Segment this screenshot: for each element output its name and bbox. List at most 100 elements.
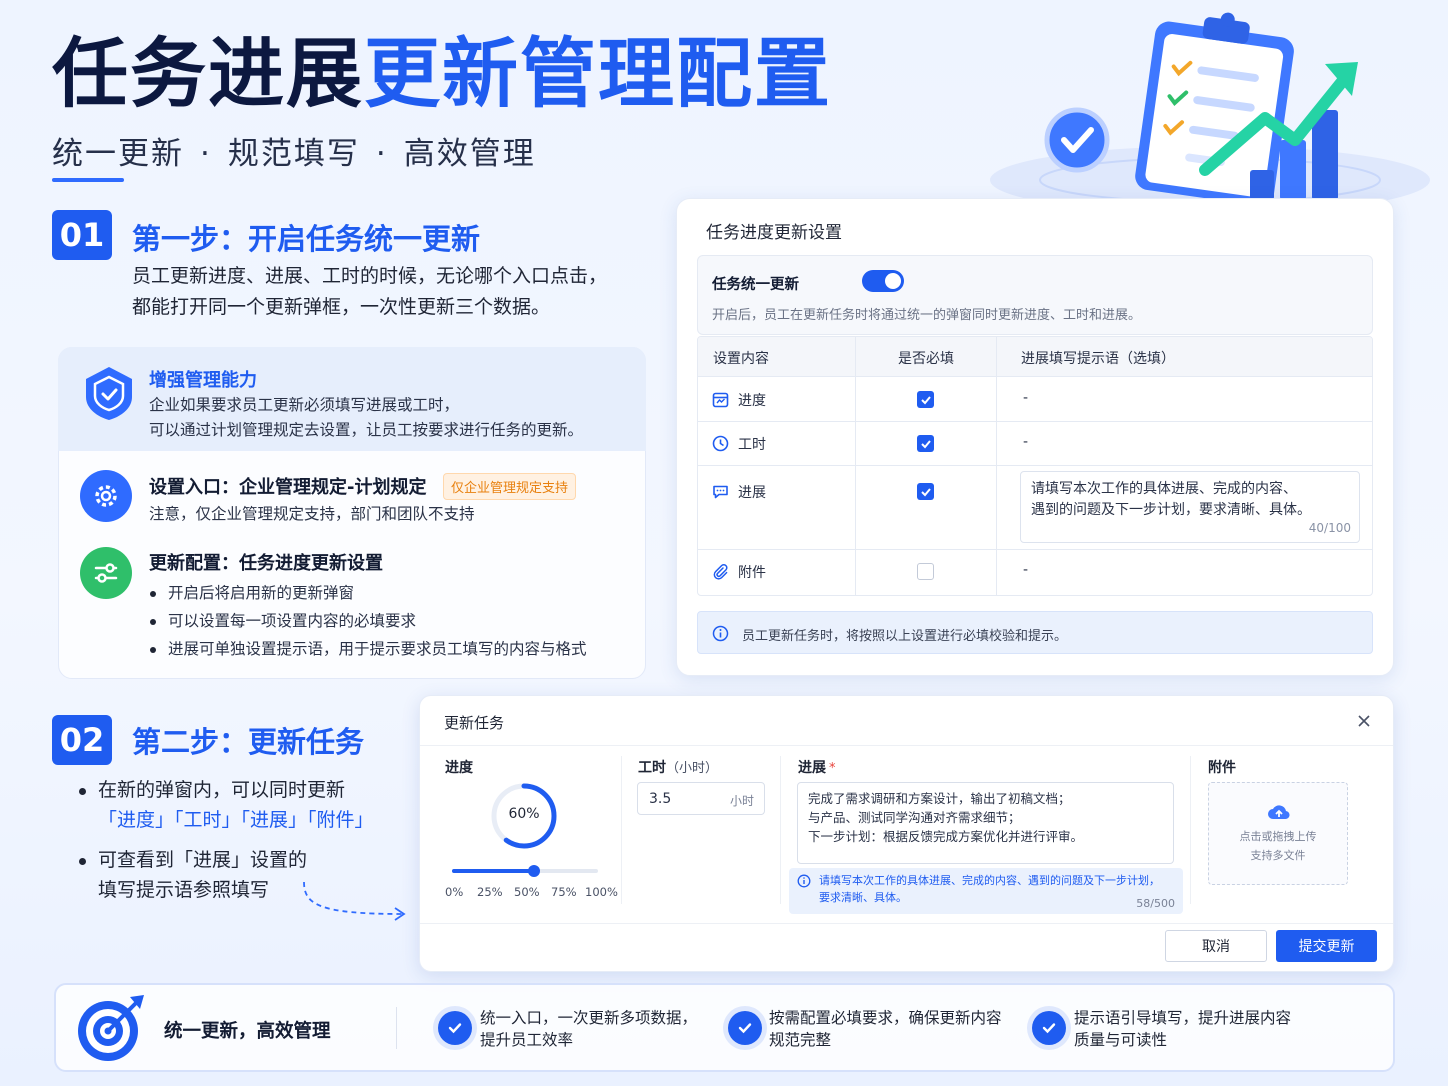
progress-hint-textarea[interactable]: 请填写本次工作的具体进展、完成的内容、 遇到的问题及下一步计划，要求清晰、具体。…	[1020, 471, 1360, 543]
hint-line: 请填写本次工作的具体进展、完成的内容、遇到的问题及下一步计划，	[819, 874, 1160, 887]
config-title: 更新配置：任务进度更新设置	[149, 553, 383, 574]
row-label-attachment: 附件	[738, 565, 766, 581]
subtitle-part: 高效管理	[403, 136, 536, 172]
hint-empty: -	[1023, 562, 1029, 578]
settings-table: 设置内容 是否必填 进展填写提示语（选填） 进度 - 工时 - 进展 请填写本次…	[697, 336, 1373, 596]
required-mark: *	[829, 761, 836, 776]
subtitle-separator: ·	[375, 136, 388, 172]
unified-update-toggle[interactable]	[862, 270, 904, 292]
required-checkbox-progress-note[interactable]	[917, 483, 934, 500]
enterprise-only-tag: 仅企业管理规定支持	[443, 473, 577, 500]
note-line: 下一步计划：根据反馈完成方案优化并进行评审。	[808, 829, 1084, 844]
step-1-desc-line: 都能打开同一个更新弹框，一次性更新三个数据。	[132, 296, 551, 318]
scale-tick: 0%	[445, 885, 464, 899]
settings-info-bar: 员工更新任务时，将按照以上设置进行必填校验和提示。	[697, 611, 1373, 654]
update-task-dialog: 更新任务 进度 60% 0% 25% 50% 75% 100% 工时（小时） 3…	[419, 695, 1394, 972]
upload-line: 点击或拖拽上传	[1239, 830, 1317, 843]
hours-input[interactable]: 3.5 小时	[637, 782, 765, 815]
gear-icon	[80, 470, 132, 522]
enhance-text: 企业如果要求员工更新必须填写进展或工时， 可以通过计划管理规定去设置，让员工按要…	[149, 393, 583, 443]
summary-title: 统一更新，高效管理	[164, 1021, 331, 1042]
entry-note: 注意，仅企业管理规定支持，部门和团队不支持	[149, 505, 475, 523]
shield-icon	[86, 367, 132, 420]
hours-unit: （小时）	[666, 761, 719, 776]
column-divider	[996, 337, 997, 595]
hours-suffix: 小时	[729, 794, 754, 808]
page-title: 任务进展更新管理配置	[52, 28, 832, 120]
list-item: 在新的弹窗内，可以同时更新「进度」「工时」「进展」「附件」	[76, 775, 374, 835]
check-icon	[438, 1011, 472, 1045]
scale-tick: 50%	[514, 885, 540, 899]
step-1-desc-line: 员工更新进度、进展、工时的时候，无论哪个入口点击，	[132, 265, 608, 287]
cloud-upload-icon	[1268, 805, 1290, 820]
progress-slider-fill	[452, 869, 534, 873]
subtitle-part: 规范填写	[227, 136, 360, 172]
upload-dropzone[interactable]: 点击或拖拽上传 支持多文件	[1208, 782, 1348, 885]
cancel-button[interactable]: 取消	[1165, 930, 1267, 962]
title-dark-part: 任务进展	[52, 29, 364, 118]
entry-title: 设置入口：企业管理规定-计划规定	[149, 477, 427, 498]
target-icon	[78, 995, 144, 1061]
hint-line: 遇到的问题及下一步计划，要求清晰、具体。	[1031, 502, 1311, 518]
config-bullets: 开启后将启用新的更新弹窗 可以设置每一项设置内容的必填要求 进展可单独设置提示语…	[148, 579, 587, 663]
bullet-highlight-line: 「进度」「工时」「进展」「附件」	[98, 809, 374, 831]
row-divider	[698, 549, 1372, 550]
hint-empty: -	[1023, 434, 1029, 450]
dialog-footer-divider	[420, 923, 1393, 924]
column-divider	[621, 756, 622, 904]
toggle-description: 开启后，员工在更新任务时将通过统一的弹窗同时更新进度、工时和进展。	[712, 308, 1142, 323]
bullet-line: 可查看到「进展」设置的	[98, 849, 308, 871]
enhance-line: 可以通过计划管理规定去设置，让员工按要求进行任务的更新。	[149, 421, 584, 439]
hint-empty: -	[1023, 390, 1029, 406]
summary-item: 统一入口，一次更新多项数据， 提升员工效率	[480, 1007, 697, 1051]
column-divider	[780, 756, 781, 904]
row-divider	[698, 421, 1372, 422]
attachment-label: 附件	[1208, 760, 1236, 776]
summary-line: 提升员工效率	[480, 1031, 574, 1049]
column-header: 设置内容	[713, 351, 769, 367]
dashed-arrow-icon	[303, 881, 406, 921]
summary-line: 统一入口，一次更新多项数据，	[480, 1009, 698, 1027]
summary-line: 按需配置必填要求，确保更新内容	[769, 1009, 1002, 1027]
list-item: 可以设置每一项设置内容的必填要求	[148, 607, 587, 635]
step-badge-02: 02	[52, 715, 112, 765]
close-icon[interactable]	[1357, 714, 1371, 728]
info-icon	[712, 625, 729, 642]
bullet-line: 在新的弹窗内，可以同时更新	[98, 779, 346, 801]
progress-slider-track[interactable]	[452, 865, 598, 877]
check-icon	[1032, 1011, 1066, 1045]
progress-slider-handle[interactable]	[527, 865, 540, 877]
summary-line: 质量与可读性	[1074, 1031, 1168, 1049]
column-divider	[855, 337, 856, 595]
check-icon	[728, 1011, 762, 1045]
summary-item: 提示语引导填写，提升进展内容 质量与可读性	[1074, 1007, 1291, 1051]
subtitle-separator: ·	[200, 136, 212, 172]
sliders-icon	[80, 547, 132, 599]
step-badge-01: 01	[52, 210, 112, 260]
scale-tick: 25%	[477, 885, 503, 899]
paperclip-icon	[713, 563, 728, 580]
required-checkbox-hours[interactable]	[917, 435, 934, 452]
row-divider	[698, 465, 1372, 466]
info-text: 员工更新任务时，将按照以上设置进行必填校验和提示。	[742, 629, 1068, 644]
unified-update-toggle-box: 任务统一更新 开启后，员工在更新任务时将通过统一的弹窗同时更新进度、工时和进展。	[697, 255, 1373, 335]
progress-scale: 0% 25% 50% 75% 100%	[445, 885, 618, 901]
note-line: 与产品、测试同学沟通对齐需求细节；	[808, 810, 1021, 825]
summary-bar: 统一更新，高效管理 统一入口，一次更新多项数据， 提升员工效率 按需配置必填要求，…	[54, 983, 1395, 1072]
progress-note-textarea[interactable]: 完成了需求调研和方案设计，输出了初稿文档； 与产品、测试同学沟通对齐需求细节； …	[797, 782, 1174, 864]
chat-icon	[713, 485, 728, 499]
settings-panel-title: 任务进度更新设置	[706, 223, 842, 243]
note-char-count: 58/500	[1136, 897, 1175, 910]
progress-note-label: 进展	[798, 760, 826, 776]
calendar-icon	[712, 392, 729, 408]
submit-update-button[interactable]: 提交更新	[1276, 930, 1377, 962]
enhance-line: 企业如果要求员工更新必须填写进展或工时，	[149, 396, 460, 414]
hours-label-group: 工时（小时）	[638, 757, 718, 777]
hint-line: 请填写本次工作的具体进展、完成的内容、	[1031, 481, 1297, 497]
info-icon	[797, 874, 811, 888]
required-checkbox-attachment[interactable]	[917, 563, 934, 580]
summary-line: 提示语引导填写，提升进展内容	[1074, 1009, 1292, 1027]
hint-char-count: 40/100	[1308, 521, 1351, 535]
dialog-header-divider	[420, 745, 1393, 746]
required-checkbox-progress[interactable]	[917, 391, 934, 408]
